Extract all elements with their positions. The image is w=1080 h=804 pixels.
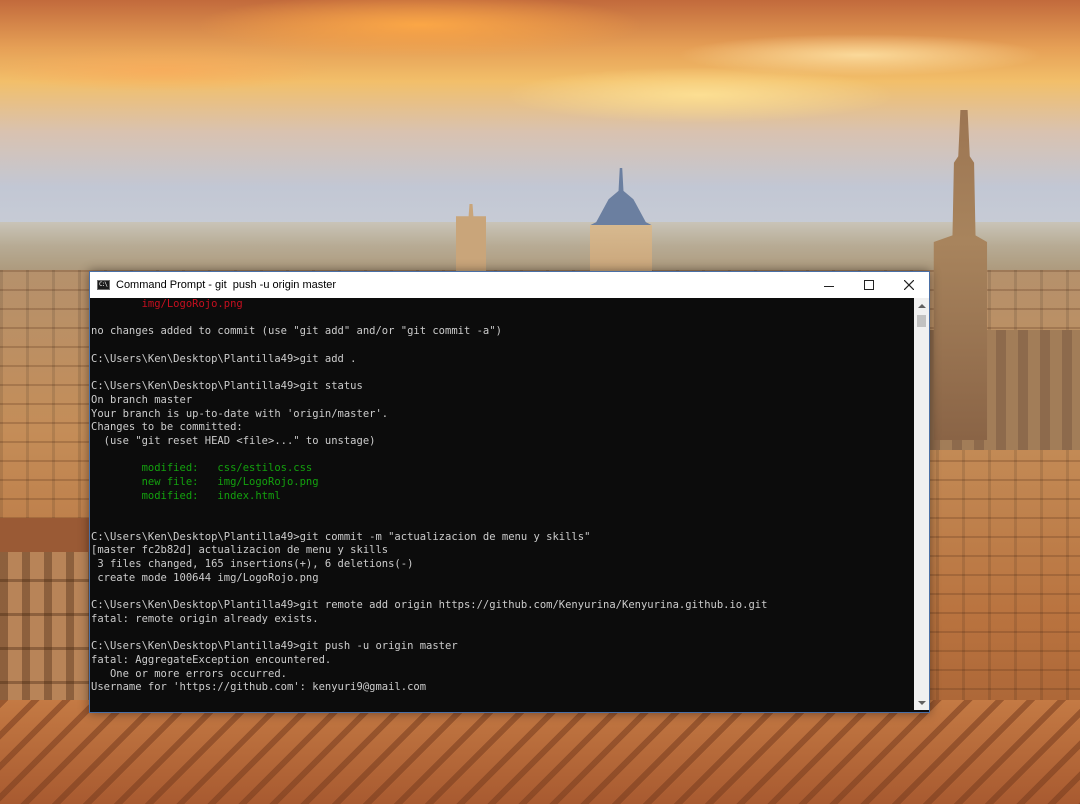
scroll-thumb[interactable] [917, 315, 926, 327]
console-line: modified: index.html [91, 489, 281, 502]
console-line: fatal: AggregateException encountered. [91, 653, 332, 666]
console-line: One or more errors occurred. [91, 667, 287, 680]
title-bar[interactable]: C:\ Command Prompt - git push -u origin … [90, 272, 929, 298]
maximize-button[interactable] [849, 272, 889, 298]
console-line: C:\Users\Ken\Desktop\Plantilla49>git sta… [91, 380, 363, 393]
scroll-down-button[interactable] [914, 695, 929, 710]
console-line: Your branch is up-to-date with 'origin/m… [91, 407, 389, 420]
console-line: img/LogoRojo.png [91, 298, 243, 310]
console-line: new file: img/LogoRojo.png [91, 475, 319, 488]
console-line: no changes added to commit (use "git add… [91, 325, 502, 338]
command-prompt-window[interactable]: C:\ Command Prompt - git push -u origin … [89, 271, 930, 713]
minimize-icon [824, 285, 834, 287]
console-line: Changes to be committed: [91, 421, 243, 434]
close-button[interactable] [889, 272, 929, 298]
console-line: (use "git reset HEAD <file>..." to unsta… [91, 434, 376, 447]
cmd-icon-text: C:\ [99, 281, 108, 288]
console-output[interactable]: img/LogoRojo.png no changes added to comm… [91, 298, 913, 710]
console-line: C:\Users\Ken\Desktop\Plantilla49>git rem… [91, 599, 768, 612]
console-line: 3 files changed, 165 insertions(+), 6 de… [91, 558, 414, 571]
console-line: [master fc2b82d] actualizacion de menu y… [91, 544, 389, 557]
close-icon [904, 280, 914, 290]
scroll-up-button[interactable] [914, 298, 929, 313]
console-line: On branch master [91, 393, 193, 406]
vertical-scrollbar[interactable] [914, 298, 929, 710]
minimize-button[interactable] [809, 272, 849, 298]
sunset-sky [0, 0, 1080, 240]
window-title: Command Prompt - git push -u origin mast… [116, 279, 337, 291]
console-line: fatal: remote origin already exists. [91, 612, 319, 625]
console-line: C:\Users\Ken\Desktop\Plantilla49>git com… [91, 530, 591, 543]
left-building [0, 518, 90, 718]
scroll-track[interactable] [914, 313, 929, 695]
console-line: C:\Users\Ken\Desktop\Plantilla49>git pus… [91, 640, 458, 653]
scroll-up-arrow-icon [917, 303, 926, 308]
console-line: modified: css/estilos.css [91, 462, 313, 475]
foreground-rooftops [0, 700, 1080, 804]
console-line: create mode 100644 img/LogoRojo.png [91, 571, 319, 584]
console-line: Username for 'https://github.com': kenyu… [91, 681, 427, 694]
maximize-icon [864, 280, 874, 290]
scroll-down-arrow-icon [917, 700, 926, 705]
console-line: C:\Users\Ken\Desktop\Plantilla49>git add… [91, 352, 357, 365]
cmd-icon[interactable]: C:\ [97, 280, 110, 290]
